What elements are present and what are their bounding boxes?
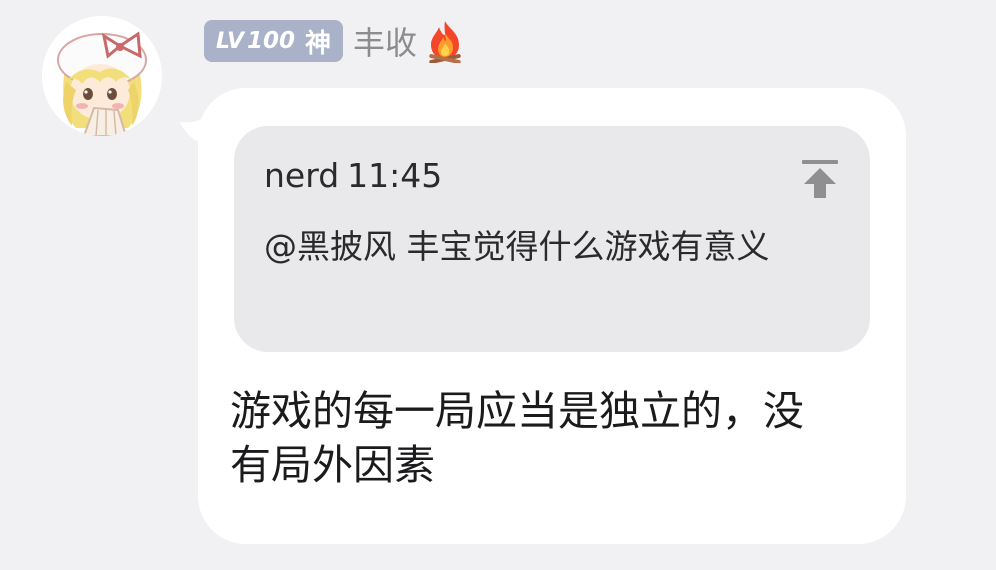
quote-meta: nerd 11:45 bbox=[264, 156, 442, 195]
level-badge[interactable]: LV 100 神 bbox=[204, 20, 344, 62]
chat-message-row: LV 100 神 丰收 nerd 11:45 @黑披风 丰宝觉得什么游戏有意义 游… bbox=[0, 0, 996, 570]
level-prefix: LV bbox=[216, 28, 245, 54]
avatar-illustration bbox=[42, 16, 162, 136]
quote-author: nerd bbox=[264, 156, 340, 195]
rank-title: 神 bbox=[305, 28, 332, 59]
message-text: 游戏的每一局应当是独立的，没有局外因素 bbox=[230, 387, 804, 489]
sender-header: LV 100 神 丰收 bbox=[204, 16, 465, 66]
level-number: 100 bbox=[247, 28, 296, 54]
avatar[interactable] bbox=[42, 16, 162, 136]
quote-text: @黑披风 丰宝觉得什么游戏有意义 bbox=[264, 227, 770, 266]
fire-icon bbox=[429, 21, 461, 63]
quoted-message[interactable]: nerd 11:45 @黑披风 丰宝觉得什么游戏有意义 bbox=[234, 126, 870, 352]
sender-nickname[interactable]: 丰收 bbox=[353, 18, 417, 64]
jump-to-original-icon[interactable] bbox=[800, 158, 840, 200]
quote-time: 11:45 bbox=[347, 156, 443, 195]
